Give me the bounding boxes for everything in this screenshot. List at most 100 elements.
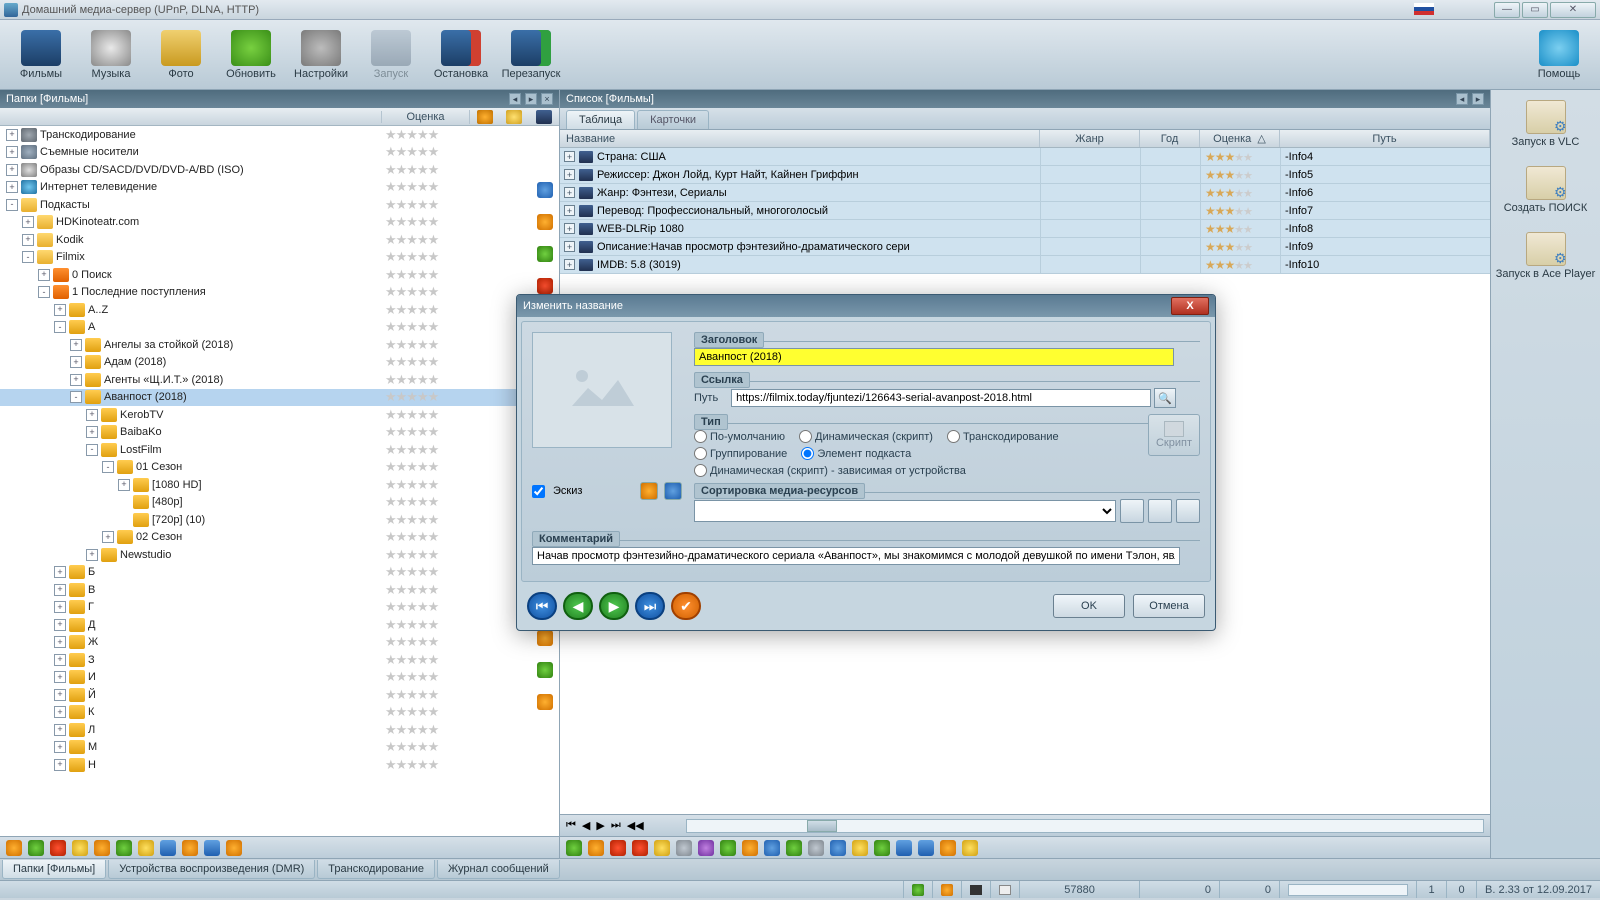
tree-item[interactable]: -А★★★★★ [0,319,559,337]
tree-item[interactable]: +Агенты «Щ.И.Т.» (2018)★★★★★ [0,371,559,389]
radio-trans[interactable]: Транскодирование [947,430,1059,443]
tree-item[interactable]: -Аванпост (2018)★★★★★ [0,389,559,407]
left-close-button[interactable]: × [541,93,553,105]
nav-next-button[interactable]: ▶ [599,592,629,620]
col-path[interactable]: Путь [1280,130,1490,147]
tool-icon[interactable] [940,840,956,856]
tree-item[interactable]: +Б★★★★★ [0,564,559,582]
minimize-button[interactable]: — [1494,2,1520,18]
btab-dmr[interactable]: Устройства воспроизведения (DMR) [108,860,315,879]
nav-prev-icon[interactable]: ◀ [582,819,590,832]
tool-icon[interactable] [138,840,154,856]
folder-tree[interactable]: +Транскодирование★★★★★+Съемные носители★… [0,126,559,836]
tree-item[interactable]: +Ж★★★★★ [0,634,559,652]
tool-icon[interactable] [742,840,758,856]
gutter-icon[interactable] [537,662,553,678]
tool-icon[interactable] [610,840,626,856]
col-name[interactable]: Название [560,130,1040,147]
tree-item[interactable]: -1 Последние поступления★★★★★ [0,284,559,302]
eskiz-checkbox[interactable] [532,485,545,498]
comment-input[interactable] [532,547,1180,565]
tab-cards[interactable]: Карточки [637,110,709,129]
music-button[interactable]: Музыка [76,23,146,87]
nav-check-button[interactable]: ✔ [671,592,701,620]
tree-item[interactable]: [720p] (10)★★★★★ [0,511,559,529]
tool-icon[interactable] [786,840,802,856]
header-input[interactable] [694,348,1174,366]
tool-icon[interactable] [632,840,648,856]
maximize-button[interactable]: ▭ [1522,2,1548,18]
btab-trans[interactable]: Транскодирование [317,860,435,879]
tool-icon[interactable] [764,840,780,856]
tool-icon[interactable] [566,840,582,856]
tree-item[interactable]: -LostFilm★★★★★ [0,441,559,459]
tool-icon[interactable] [588,840,604,856]
tool-icon[interactable] [116,840,132,856]
script-button[interactable]: Скрипт [1148,414,1200,456]
tool-icon[interactable] [182,840,198,856]
tool-icon[interactable] [654,840,670,856]
tree-item[interactable]: -01 Сезон★★★★★ [0,459,559,477]
ok-button[interactable]: OK [1053,594,1125,618]
list-body[interactable]: +Страна: США★★★★★-Info4+Режиссер: Джон Л… [560,148,1490,274]
col-rating[interactable]: Оценка △ [1200,130,1280,147]
tree-item[interactable]: +Д★★★★★ [0,616,559,634]
list-row[interactable]: +Жанр: Фэнтези, Сериалы★★★★★-Info6 [560,184,1490,202]
sort-btn-3[interactable] [1176,499,1200,523]
close-window-button[interactable]: ✕ [1550,2,1596,18]
tree-item[interactable]: -Подкасты★★★★★ [0,196,559,214]
gutter-icon[interactable] [537,182,553,198]
settings-button[interactable]: Настройки [286,23,356,87]
tree-item[interactable]: +М★★★★★ [0,739,559,757]
list-row[interactable]: +WEB-DLRip 1080★★★★★-Info8 [560,220,1490,238]
tool-icon[interactable] [6,840,22,856]
tree-item[interactable]: -Filmix★★★★★ [0,249,559,267]
stop-button[interactable]: Остановка [426,23,496,87]
tree-item[interactable]: +Образы CD/SACD/DVD/DVD-A/BD (ISO)★★★★★ [0,161,559,179]
action-search[interactable]: Создать ПОИСК [1496,166,1596,214]
refresh-button[interactable]: Обновить [216,23,286,87]
tree-item[interactable]: +В★★★★★ [0,581,559,599]
tree-item[interactable]: +Съемные носители★★★★★ [0,144,559,162]
tool-icon[interactable] [50,840,66,856]
list-scrollbar[interactable] [686,819,1484,833]
tree-item[interactable]: +KerobTV★★★★★ [0,406,559,424]
action-ace[interactable]: Запуск в Ace Player [1496,232,1596,280]
list-row[interactable]: +IMDB: 5.8 (3019)★★★★★-Info10 [560,256,1490,274]
left-next-button[interactable]: ▸ [525,93,537,105]
browse-button[interactable]: 🔍 [1154,388,1176,408]
gutter-icon[interactable] [537,278,553,294]
save-icon[interactable] [896,840,912,856]
tree-item[interactable]: +Н★★★★★ [0,756,559,774]
tool-icon[interactable] [226,840,242,856]
list-row[interactable]: +Страна: США★★★★★-Info4 [560,148,1490,166]
tree-item[interactable]: +Г★★★★★ [0,599,559,617]
gutter-icon[interactable] [537,246,553,262]
save-icon[interactable] [160,840,176,856]
tree-item[interactable]: +HDKinoteatr.com★★★★★ [0,214,559,232]
tree-item[interactable]: +0 Поиск★★★★★ [0,266,559,284]
radio-default[interactable]: По-умолчанию [694,430,785,443]
tree-item[interactable]: +Л★★★★★ [0,721,559,739]
left-prev-button[interactable]: ◂ [509,93,521,105]
cancel-button[interactable]: Отмена [1133,594,1205,618]
nav-last-icon[interactable]: ⏭ [611,819,621,832]
nav-stop-icon[interactable]: ◀◀ [627,819,644,832]
radio-group[interactable]: Группирование [694,447,787,460]
tree-item[interactable]: +З★★★★★ [0,651,559,669]
tree-item[interactable]: +BaibaKo★★★★★ [0,424,559,442]
tool-icon[interactable] [94,840,110,856]
btab-log[interactable]: Журнал сообщений [437,860,560,879]
tree-item[interactable]: +Ангелы за стойкой (2018)★★★★★ [0,336,559,354]
imdb-icon[interactable] [962,840,978,856]
eskiz-folder-button[interactable] [640,482,658,500]
col-year[interactable]: Год [1140,130,1200,147]
right-next-button[interactable]: ▸ [1472,93,1484,105]
restart-button[interactable]: Перезапуск [496,23,566,87]
nav-first-icon[interactable]: ⏮ [566,819,576,832]
tab-table[interactable]: Таблица [566,110,635,129]
gutter-icon[interactable] [537,694,553,710]
nav-next-icon[interactable]: ▶ [596,819,604,832]
tool-icon[interactable] [676,840,692,856]
tree-item[interactable]: +A..Z★★★★★ [0,301,559,319]
